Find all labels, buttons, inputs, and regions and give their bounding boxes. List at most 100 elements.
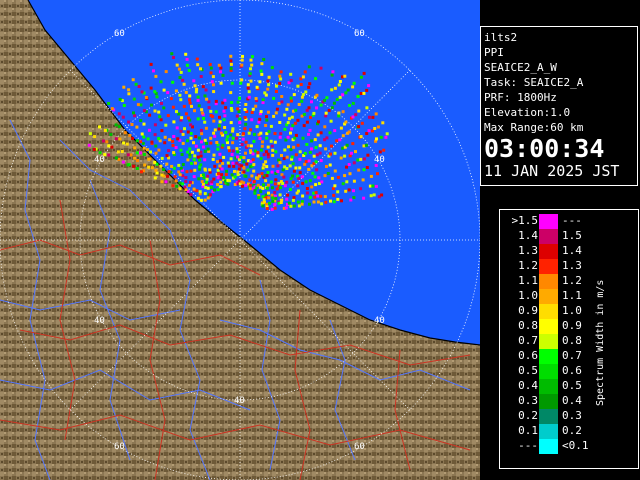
echo-cell bbox=[285, 107, 289, 111]
echo-cell bbox=[351, 142, 355, 146]
echo-cell bbox=[258, 174, 261, 178]
echo-cell bbox=[314, 77, 318, 81]
echo-cell bbox=[336, 197, 340, 201]
echo-cell bbox=[341, 146, 345, 150]
echo-cell bbox=[338, 95, 342, 99]
echo-cell bbox=[278, 74, 282, 78]
echo-cell bbox=[308, 150, 312, 154]
echo-cell bbox=[292, 169, 296, 173]
echo-cell bbox=[149, 86, 153, 90]
echo-cell bbox=[254, 97, 258, 101]
echo-cell bbox=[197, 104, 201, 108]
echo-cell bbox=[259, 69, 263, 73]
echo-cell bbox=[307, 159, 311, 163]
echo-cell bbox=[133, 114, 137, 118]
echo-cell bbox=[120, 150, 124, 153]
echo-cell bbox=[171, 144, 175, 147]
echo-cell bbox=[225, 169, 229, 173]
echo-cell bbox=[330, 73, 334, 77]
echo-cell bbox=[372, 193, 376, 197]
prf-value: PRF: 1800Hz bbox=[484, 91, 557, 104]
echo-cell bbox=[279, 186, 282, 190]
echo-cell bbox=[219, 185, 223, 189]
echo-cell bbox=[184, 176, 188, 179]
echo-cell bbox=[229, 66, 233, 70]
echo-cell bbox=[243, 108, 247, 111]
echo-cell bbox=[118, 97, 122, 101]
echo-cell bbox=[230, 101, 234, 104]
echo-cell bbox=[266, 145, 270, 149]
echo-cell bbox=[131, 78, 135, 82]
echo-cell bbox=[332, 200, 336, 204]
echo-cell bbox=[232, 164, 236, 168]
echo-cell bbox=[181, 132, 185, 136]
echo-cell bbox=[205, 97, 209, 101]
echo-cell bbox=[375, 137, 378, 141]
echo-cell bbox=[114, 156, 118, 160]
echo-cell bbox=[188, 101, 192, 105]
echo-cell bbox=[189, 123, 193, 127]
echo-cell bbox=[271, 196, 275, 200]
legend-upper-value: 0.7 bbox=[562, 349, 582, 362]
echo-cell bbox=[98, 125, 101, 129]
legend-row: 0.5 0.6 bbox=[500, 364, 640, 379]
echo-cell bbox=[193, 109, 196, 113]
echo-cell bbox=[243, 127, 247, 131]
echo-cell bbox=[272, 114, 276, 118]
echo-cell bbox=[304, 180, 308, 184]
echo-cell bbox=[314, 145, 318, 149]
echo-cell bbox=[137, 85, 141, 88]
echo-cell bbox=[367, 84, 371, 88]
echo-cell bbox=[289, 204, 293, 208]
legend-swatch bbox=[539, 214, 558, 229]
echo-cell bbox=[249, 128, 253, 132]
echo-cell bbox=[267, 191, 270, 195]
echo-cell bbox=[133, 156, 137, 160]
echo-cell bbox=[305, 187, 309, 190]
echo-cell bbox=[212, 131, 216, 135]
echo-cell bbox=[209, 114, 213, 117]
echo-cell bbox=[350, 151, 353, 155]
echo-cell bbox=[319, 66, 323, 70]
echo-cell bbox=[282, 175, 286, 179]
echo-cell bbox=[298, 171, 302, 175]
echo-cell bbox=[110, 145, 114, 149]
echo-cell bbox=[379, 135, 383, 139]
echo-cell bbox=[266, 110, 270, 114]
echo-cell bbox=[222, 155, 226, 159]
legend-swatch bbox=[539, 229, 558, 244]
echo-cell bbox=[310, 139, 314, 143]
echo-cell bbox=[154, 74, 158, 78]
echo-cell bbox=[175, 184, 179, 188]
echo-cell bbox=[354, 150, 357, 154]
echo-cell bbox=[193, 161, 197, 165]
echo-cell bbox=[215, 141, 219, 144]
echo-cell bbox=[349, 198, 353, 202]
legend-row: 1.3 1.4 bbox=[500, 244, 640, 259]
echo-cell bbox=[369, 174, 373, 178]
echo-cell bbox=[142, 135, 146, 139]
echo-cell bbox=[328, 131, 332, 135]
echo-cell bbox=[327, 108, 331, 112]
legend-lower-value: 1.0 bbox=[518, 289, 538, 302]
legend-swatch bbox=[539, 394, 558, 409]
echo-cell bbox=[92, 148, 96, 151]
legend-upper-value: <0.1 bbox=[562, 439, 589, 452]
echo-cell bbox=[267, 83, 271, 87]
echo-cell bbox=[289, 96, 293, 100]
echo-cell bbox=[352, 179, 356, 183]
echo-cell bbox=[201, 85, 205, 89]
legend-lower-value: 0.5 bbox=[518, 364, 538, 377]
echo-cell bbox=[293, 121, 297, 125]
echo-cell bbox=[103, 128, 107, 132]
echo-cell bbox=[291, 180, 295, 184]
echo-cell bbox=[224, 130, 228, 134]
echo-cell bbox=[105, 140, 109, 144]
echo-cell bbox=[194, 144, 198, 148]
echo-cell bbox=[133, 146, 137, 150]
echo-cell bbox=[376, 172, 379, 176]
radar-map: 60 60 40 40 40 40 60 60 40 bbox=[0, 0, 480, 480]
echo-cell bbox=[273, 132, 277, 135]
echo-cell bbox=[289, 177, 293, 181]
echo-cell bbox=[270, 144, 274, 148]
